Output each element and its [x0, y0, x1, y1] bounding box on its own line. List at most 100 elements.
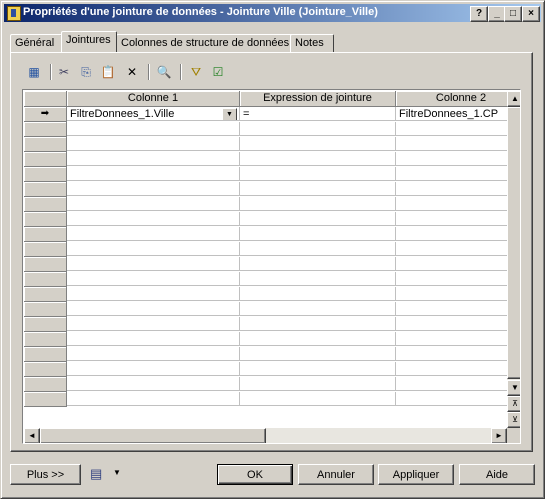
grid-cell[interactable] — [396, 272, 507, 286]
grid-cell[interactable] — [67, 377, 240, 391]
help-button[interactable]: Aide — [459, 464, 535, 485]
cell-expression[interactable]: = — [240, 107, 396, 121]
row-header[interactable] — [24, 227, 67, 242]
column-header-colonne2[interactable]: Colonne 2 — [396, 91, 507, 107]
grid-cell[interactable] — [396, 167, 507, 181]
table-row[interactable] — [24, 227, 507, 242]
cell-colonne2[interactable]: FiltreDonnees_1.CP — [396, 107, 507, 121]
row-header[interactable] — [24, 287, 67, 302]
column-header-colonne1[interactable]: Colonne 1 — [67, 91, 240, 107]
grid-cell[interactable] — [396, 197, 507, 211]
copy-icon[interactable]: ⎘ — [76, 62, 96, 82]
find-icon[interactable]: 🔍 — [154, 62, 174, 82]
grid-cell[interactable] — [396, 362, 507, 376]
grid-cell[interactable] — [240, 182, 396, 196]
grid-cell[interactable] — [396, 182, 507, 196]
grid-cell[interactable] — [396, 122, 507, 136]
grid-cell[interactable] — [396, 227, 507, 241]
joins-grid[interactable]: Colonne 1 Expression de jointure Colonne… — [22, 89, 521, 444]
table-row[interactable] — [24, 362, 507, 377]
row-header[interactable] — [24, 152, 67, 167]
grid-cell[interactable] — [396, 392, 507, 406]
grid-cell[interactable] — [240, 377, 396, 391]
grid-cell[interactable] — [67, 302, 240, 316]
row-header[interactable] — [24, 377, 67, 392]
grid-cell[interactable] — [396, 152, 507, 166]
grid-cell[interactable] — [67, 152, 240, 166]
cancel-button[interactable]: Annuler — [298, 464, 374, 485]
grid-cell[interactable] — [240, 332, 396, 346]
grid-cell[interactable] — [67, 182, 240, 196]
paste-icon[interactable]: 📋 — [98, 62, 118, 82]
table-row[interactable] — [24, 257, 507, 272]
table-row[interactable] — [24, 392, 507, 407]
current-row-arrow-icon[interactable]: ➡ — [24, 107, 67, 122]
add-rows-icon[interactable]: ▦ — [24, 62, 44, 82]
row-header[interactable] — [24, 122, 67, 137]
table-row[interactable] — [24, 137, 507, 152]
grid-cell[interactable] — [396, 137, 507, 151]
row-header[interactable] — [24, 347, 67, 362]
grid-cell[interactable] — [67, 362, 240, 376]
grid-cell[interactable] — [67, 227, 240, 241]
row-header[interactable] — [24, 317, 67, 332]
grid-cell[interactable] — [67, 287, 240, 301]
row-header[interactable] — [24, 392, 67, 407]
row-header[interactable] — [24, 362, 67, 377]
row-header[interactable] — [24, 137, 67, 152]
maximize-button[interactable]: □ — [504, 6, 522, 22]
grid-cell[interactable] — [240, 137, 396, 151]
vertical-scrollbar[interactable]: ▲ ▼ ⊼ ⊻ — [507, 91, 520, 428]
row-header[interactable] — [24, 302, 67, 317]
horizontal-scrollbar[interactable]: ◄ ► — [24, 428, 507, 443]
grid-cell[interactable] — [67, 242, 240, 256]
grid-cell[interactable] — [67, 212, 240, 226]
grid-cell[interactable] — [240, 242, 396, 256]
grid-cell[interactable] — [240, 167, 396, 181]
help-title-button[interactable]: ? — [470, 6, 488, 22]
grid-cell[interactable] — [67, 347, 240, 361]
table-row[interactable] — [24, 302, 507, 317]
grid-cell[interactable] — [396, 302, 507, 316]
combo-dropdown-icon[interactable]: ▼ — [222, 108, 237, 120]
table-row[interactable] — [24, 167, 507, 182]
grid-cell[interactable] — [67, 197, 240, 211]
table-row[interactable] — [24, 317, 507, 332]
table-row[interactable]: ➡ FiltreDonnees_1.Ville ▼ = FiltreDonnee… — [24, 107, 507, 122]
grid-cell[interactable] — [396, 332, 507, 346]
table-row[interactable] — [24, 197, 507, 212]
grid-cell[interactable] — [67, 257, 240, 271]
grid-cell[interactable] — [240, 257, 396, 271]
title-bar[interactable]: Propriétés d'une jointure de données - J… — [4, 4, 541, 22]
grid-cell[interactable] — [396, 377, 507, 391]
close-button[interactable]: × — [522, 6, 540, 22]
more-button[interactable]: Plus >> — [10, 464, 81, 485]
table-row[interactable] — [24, 152, 507, 167]
grid-cell[interactable] — [67, 317, 240, 331]
grid-cell[interactable] — [240, 347, 396, 361]
scroll-left-icon[interactable]: ◄ — [24, 428, 40, 443]
column-header-expression[interactable]: Expression de jointure — [240, 91, 396, 107]
tab-jointures[interactable]: Jointures — [61, 31, 117, 52]
row-header[interactable] — [24, 332, 67, 347]
row-header[interactable] — [24, 197, 67, 212]
grid-cell[interactable] — [240, 287, 396, 301]
grid-cell[interactable] — [396, 242, 507, 256]
table-row[interactable] — [24, 347, 507, 362]
row-header[interactable] — [24, 182, 67, 197]
grid-cell[interactable] — [240, 302, 396, 316]
row-header[interactable] — [24, 167, 67, 182]
grid-cell[interactable] — [240, 122, 396, 136]
apply-button[interactable]: Appliquer — [378, 464, 454, 485]
horizontal-scroll-thumb[interactable] — [40, 428, 266, 443]
filter-icon[interactable]: ⛛ — [186, 62, 206, 82]
tab-general[interactable]: Général — [10, 34, 62, 52]
print-dropdown-icon[interactable]: ▼ — [113, 468, 121, 477]
grid-cell[interactable] — [396, 317, 507, 331]
scroll-down-icon[interactable]: ▼ — [507, 380, 520, 396]
grid-cell[interactable] — [396, 257, 507, 271]
scroll-top-icon[interactable]: ⊼ — [507, 396, 520, 412]
scroll-right-icon[interactable]: ► — [491, 428, 507, 443]
table-row[interactable] — [24, 272, 507, 287]
table-row[interactable] — [24, 212, 507, 227]
